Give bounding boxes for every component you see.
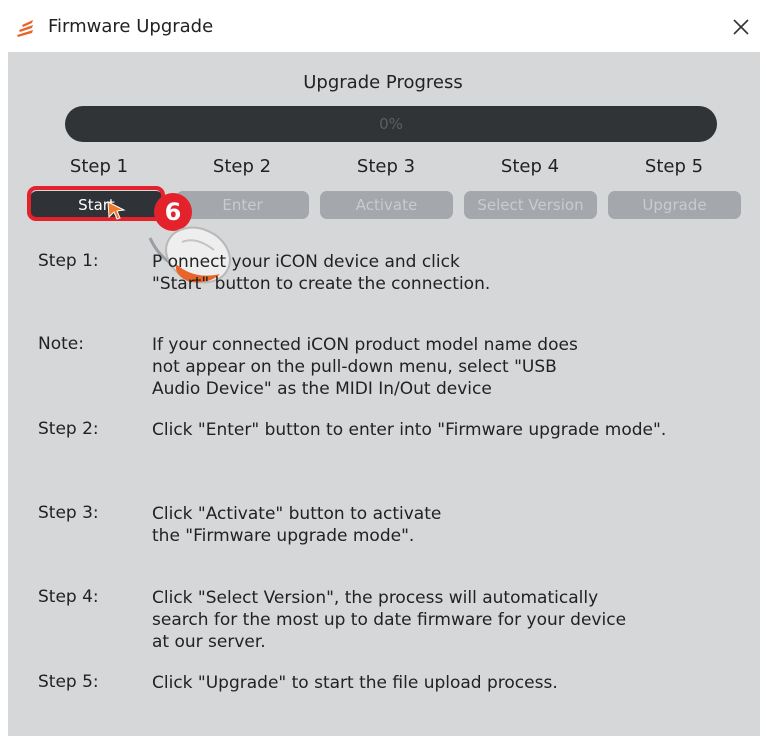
mouse-pointer-icon <box>107 201 126 220</box>
step-label-4: Step 4 <box>500 156 560 177</box>
instruction-label-step1: Step 1: <box>38 251 99 271</box>
select-version-button[interactable]: Select Version <box>464 191 597 219</box>
activate-button[interactable]: Activate <box>320 191 453 219</box>
instruction-label-step4: Step 4: <box>38 587 99 607</box>
instruction-label-note: Note: <box>38 334 84 354</box>
instruction-text-step3: Click "Activate" button to activate the … <box>152 504 442 546</box>
step-label-2: Step 2 <box>212 156 272 177</box>
progress-title: Upgrade Progress <box>303 72 463 93</box>
instruction-text-step2: Click "Enter" button to enter into "Firm… <box>152 420 667 440</box>
instruction-text-step1: P onnect your iCON device and click "Sta… <box>152 252 491 294</box>
title-bar: Firmware Upgrade <box>0 0 766 52</box>
progress-percent: 0% <box>379 115 403 133</box>
instruction-text-step4: Click "Select Version", the process will… <box>152 588 627 652</box>
window-title: Firmware Upgrade <box>48 16 214 37</box>
close-icon[interactable] <box>730 16 752 38</box>
instruction-label-step5: Step 5: <box>38 672 99 692</box>
progress-bar: 0% <box>65 106 717 142</box>
instruction-label-step3: Step 3: <box>38 503 99 523</box>
step-label-1: Step 1 <box>69 156 129 177</box>
instruction-label-step2: Step 2: <box>38 419 99 439</box>
step-label-3: Step 3 <box>356 156 416 177</box>
step-label-5: Step 5 <box>644 156 704 177</box>
upgrade-button[interactable]: Upgrade <box>608 191 741 219</box>
instruction-text-step5: Click "Upgrade" to start the file upload… <box>152 673 558 693</box>
instruction-text-note: If your connected iCON product model nam… <box>152 335 578 399</box>
app-logo-icon <box>17 20 33 37</box>
